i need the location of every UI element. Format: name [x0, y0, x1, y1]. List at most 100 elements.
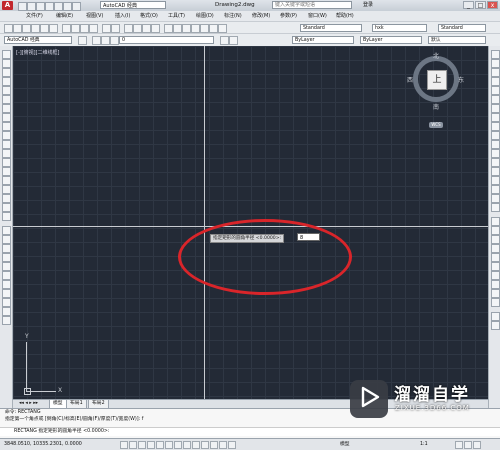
rectangle-icon[interactable] [2, 86, 11, 95]
dynamic-input-icon[interactable] [192, 441, 200, 449]
object-snap-icon[interactable] [156, 441, 164, 449]
modify-stretch-icon[interactable] [2, 298, 11, 307]
menu-format[interactable]: 格式(O) [140, 11, 158, 21]
join-icon[interactable] [491, 167, 500, 176]
blend-icon[interactable] [491, 203, 500, 212]
quick-properties-icon[interactable] [219, 441, 227, 449]
dimension-diameter-icon[interactable] [491, 262, 500, 271]
quick-dimension-icon[interactable] [491, 280, 500, 289]
menu-window[interactable]: 窗口(W) [308, 11, 327, 21]
search-input[interactable]: 键入关键字或短语 [272, 1, 352, 9]
text-style-dropdown[interactable]: Standard [300, 24, 362, 32]
fillet-icon[interactable] [491, 185, 500, 194]
modify-mirror-icon[interactable] [2, 244, 11, 253]
selection-cycling-icon[interactable] [228, 441, 236, 449]
extend-icon[interactable] [491, 140, 500, 149]
tool-palettes-icon[interactable] [182, 24, 191, 33]
redo-icon[interactable] [111, 24, 120, 33]
open-icon[interactable] [13, 24, 22, 33]
modify-erase-icon[interactable] [2, 226, 11, 235]
maximize-button[interactable]: □ [475, 1, 486, 9]
workspace-dropdown[interactable]: AutoCAD 经典 [100, 1, 166, 9]
transparency-icon[interactable] [210, 441, 218, 449]
layer-dropdown[interactable]: 0 [119, 36, 214, 44]
undo-icon[interactable] [102, 24, 111, 33]
save-as-icon[interactable] [45, 2, 54, 11]
modify-move-icon[interactable] [2, 271, 11, 280]
erase-icon[interactable] [491, 50, 500, 59]
revision-cloud-icon[interactable] [2, 113, 11, 122]
scale-icon[interactable] [491, 113, 500, 122]
open-file-icon[interactable] [27, 2, 36, 11]
table-style-dropdown[interactable]: Standard [438, 24, 486, 32]
new-file-icon[interactable] [18, 2, 27, 11]
modify-scale-icon[interactable] [2, 289, 11, 298]
polygon-icon[interactable] [2, 77, 11, 86]
dimension-linear-icon[interactable] [491, 217, 500, 226]
copy-object-icon[interactable] [491, 59, 500, 68]
markup-icon[interactable] [200, 24, 209, 33]
table-icon[interactable] [2, 203, 11, 212]
menu-draw[interactable]: 绘图(D) [196, 11, 214, 21]
dimension-arc-icon[interactable] [491, 235, 500, 244]
rotate-icon[interactable] [491, 104, 500, 113]
modify-offset-icon[interactable] [2, 253, 11, 262]
new-icon[interactable] [4, 24, 13, 33]
wcs-menu-button[interactable]: WCS [429, 122, 443, 128]
make-current-icon[interactable] [220, 36, 229, 45]
workspace-switch-icon[interactable] [455, 441, 463, 449]
menu-parametric[interactable]: 参数(P) [280, 11, 297, 21]
lineweight-icon[interactable] [201, 441, 209, 449]
draw-order-icon[interactable] [491, 321, 500, 330]
publish-icon[interactable] [49, 24, 58, 33]
pan-icon[interactable] [124, 24, 133, 33]
cut-icon[interactable] [62, 24, 71, 33]
grid-display-icon[interactable] [129, 441, 137, 449]
menu-insert[interactable]: 插入(I) [115, 11, 130, 21]
menu-edit[interactable]: 编辑(E) [56, 11, 73, 21]
save-icon[interactable] [36, 2, 45, 11]
preview-icon[interactable] [40, 24, 49, 33]
object-snap-tracking-icon[interactable] [174, 441, 182, 449]
calculator-icon[interactable] [209, 24, 218, 33]
move-icon[interactable] [491, 95, 500, 104]
help-icon[interactable] [218, 24, 227, 33]
zoom-realtime-icon[interactable] [133, 24, 142, 33]
clean-screen-icon[interactable] [473, 441, 481, 449]
ellipse-icon[interactable] [2, 131, 11, 140]
zoom-previous-icon[interactable] [151, 24, 160, 33]
coordinates-readout[interactable]: 3848.0510, 10335.2301, 0.0000 [4, 439, 82, 450]
menu-file[interactable]: 文件(F) [26, 11, 43, 21]
make-block-icon[interactable] [2, 158, 11, 167]
3d-object-snap-icon[interactable] [165, 441, 173, 449]
hatch-icon[interactable] [2, 176, 11, 185]
continue-icon[interactable] [491, 298, 500, 307]
modify-extend-icon[interactable] [2, 316, 11, 325]
mirror-icon[interactable] [491, 68, 500, 77]
viewcube-south-label[interactable]: 南 [433, 102, 439, 111]
dimension-ordinate-icon[interactable] [491, 244, 500, 253]
design-center-icon[interactable] [173, 24, 182, 33]
dimension-radius-icon[interactable] [491, 253, 500, 262]
offset-icon[interactable] [491, 77, 500, 86]
sheet-set-icon[interactable] [191, 24, 200, 33]
point-icon[interactable] [2, 167, 11, 176]
construction-line-icon[interactable] [2, 59, 11, 68]
viewcube-east-label[interactable]: 东 [458, 75, 464, 84]
line-icon[interactable] [2, 50, 11, 59]
dim-style-dropdown[interactable]: hxk [372, 24, 427, 32]
array-icon[interactable] [491, 86, 500, 95]
command-input-row[interactable]: RECTANG 指定矩形的圆角半径 <0.0000>: [0, 427, 500, 436]
break-icon[interactable] [491, 158, 500, 167]
undo-icon[interactable] [63, 2, 72, 11]
trim-icon[interactable] [491, 131, 500, 140]
modify-trim-icon[interactable] [2, 307, 11, 316]
paste-icon[interactable] [80, 24, 89, 33]
modify-rotate-icon[interactable] [2, 280, 11, 289]
break-point-icon[interactable] [491, 149, 500, 158]
dimension-angular-icon[interactable] [491, 271, 500, 280]
menu-modify[interactable]: 修改(M) [252, 11, 270, 21]
login-link[interactable]: 登录 [363, 0, 373, 10]
chamfer-icon[interactable] [491, 176, 500, 185]
modify-copy-icon[interactable] [2, 235, 11, 244]
